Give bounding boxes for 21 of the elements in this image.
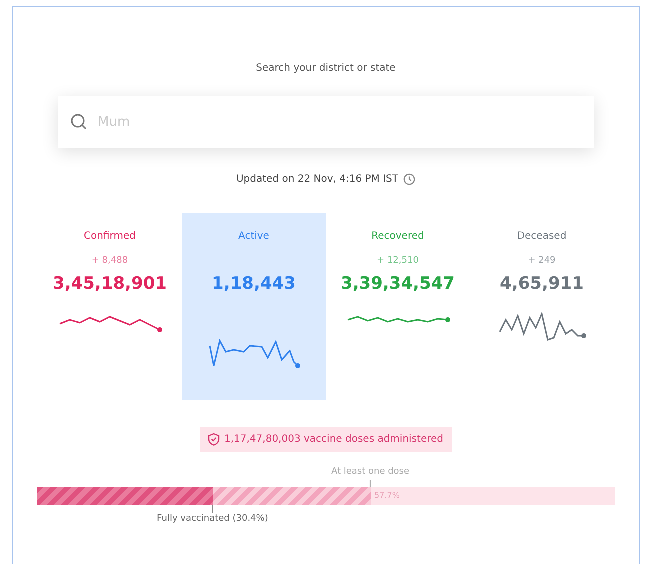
- updated-text: Updated on 22 Nov, 4:16 PM IST: [236, 173, 399, 187]
- search-icon: [70, 113, 88, 131]
- stat-card[interactable]: Active 1,18,443: [182, 213, 326, 400]
- clock-icon: [402, 173, 416, 186]
- stat-label: Confirmed: [84, 230, 136, 244]
- stat-value: 3,39,34,547: [340, 273, 455, 296]
- fully-vaccinated-label: Fully vaccinated (30.4%): [157, 513, 268, 526]
- search-label: Search your district or state: [256, 62, 396, 76]
- stat-delta: + 12,510: [377, 254, 419, 268]
- one-dose-label: At least one dose: [331, 466, 410, 479]
- stat-value: 1,18,443: [212, 273, 296, 296]
- stat-label: Active: [238, 230, 270, 244]
- stat-label: Recovered: [372, 230, 424, 244]
- stat-value: 4,65,911: [500, 273, 584, 296]
- shield-icon: [208, 433, 220, 446]
- stat-value: 3,45,18,901: [52, 273, 167, 296]
- vaccine-doses-text: 1,17,47,80,003 vaccine doses administered: [224, 433, 444, 447]
- stat-delta: + 249: [528, 254, 556, 268]
- stat-label: Deceased: [517, 230, 567, 244]
- one-dose-reading: 57.7%: [374, 490, 400, 502]
- stat-delta: + 8,488: [92, 254, 128, 268]
